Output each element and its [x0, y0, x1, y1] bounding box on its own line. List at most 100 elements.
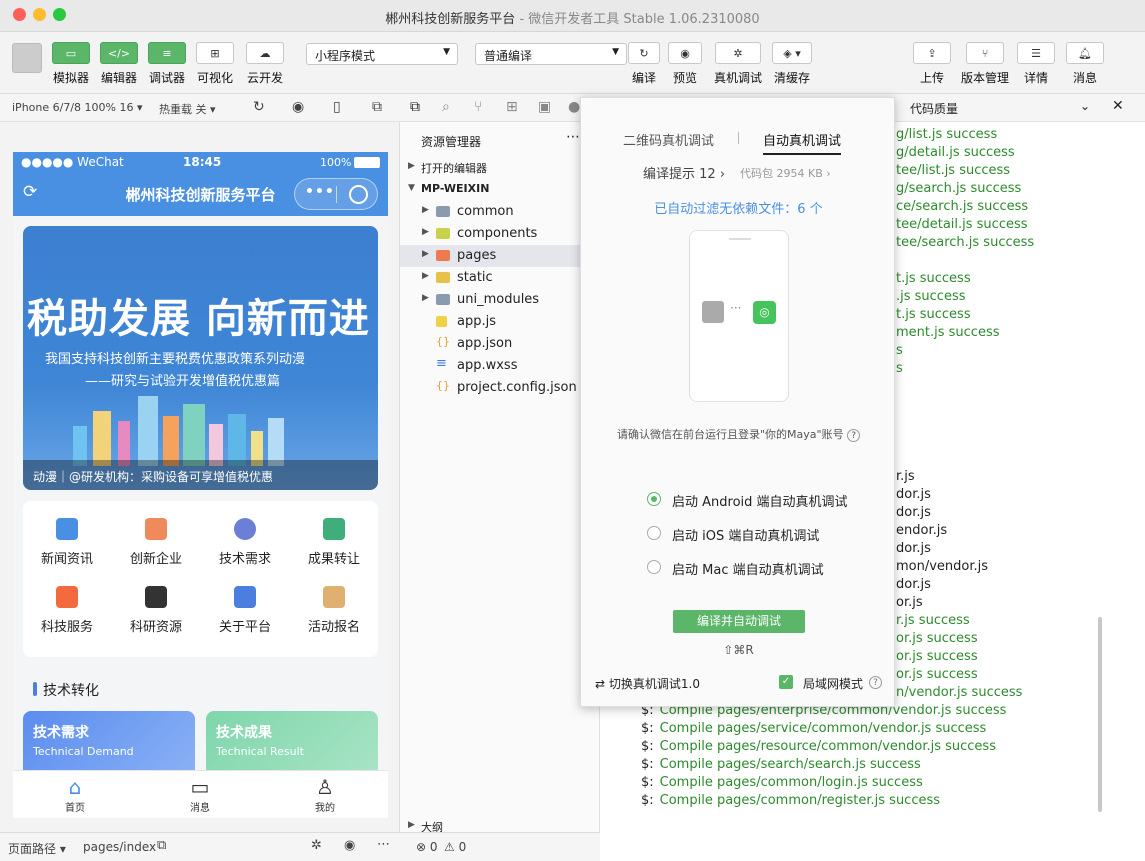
copy-icon[interactable]: ⧉	[157, 838, 166, 853]
eye-icon[interactable]: ◉	[344, 838, 355, 853]
help-icon[interactable]: ?	[847, 429, 861, 442]
tab-home[interactable]: ⌂ 首页	[35, 775, 115, 814]
console-scrollbar[interactable]	[1098, 617, 1102, 812]
grid-item-resource[interactable]: 科研资源	[112, 586, 200, 635]
grid-item-signup[interactable]: 活动报名	[290, 586, 378, 635]
compile-tip-link[interactable]: 编译提示 12 ›	[643, 163, 725, 182]
grid-item-news[interactable]: 新闻资讯	[23, 518, 111, 567]
cloud-icon: ☁	[246, 42, 284, 64]
more-icon[interactable]: ⋯	[566, 129, 580, 145]
tab-mine[interactable]: ♙ 我的	[285, 775, 365, 814]
tree-item-app-js[interactable]: app.js	[400, 311, 600, 333]
compile-and-debug-button[interactable]: 编译并自动调试	[673, 610, 805, 633]
device-icon[interactable]: ▯	[333, 99, 341, 115]
banner-caption: 动漫｜@研发机构：采购设备可享增值税优惠	[33, 470, 274, 484]
status-time: 18:45	[183, 155, 222, 169]
tree-item-pages[interactable]: ▶ pages	[400, 245, 600, 267]
folder-icon	[436, 228, 450, 239]
compile-button[interactable]: ↻ 编译	[628, 42, 660, 86]
option-ios-label[interactable]: 启动 iOS 端自动真机调试	[672, 525, 819, 544]
help-icon[interactable]: ?	[869, 676, 882, 689]
clear-cache-button[interactable]: ◈ ▾ 清缓存	[772, 42, 812, 86]
grid-item-demand[interactable]: 技术需求	[201, 518, 289, 567]
tree-item-uni-modules[interactable]: ▶ uni_modules	[400, 289, 600, 311]
eye-icon: ◉	[668, 42, 702, 64]
code-package-link[interactable]: 代码包 2954 KB ›	[740, 165, 831, 181]
tree-item-static[interactable]: ▶ static	[400, 267, 600, 289]
tree-item-project-config[interactable]: {} project.config.json	[400, 377, 600, 399]
capsule-menu[interactable]: •••	[294, 178, 378, 210]
hot-reload-toggle[interactable]: 热重载 关 ▾	[159, 101, 216, 117]
tree-item-app-wxss[interactable]: ≡ app.wxss	[400, 355, 600, 377]
radio-mac[interactable]	[647, 560, 661, 574]
upload-button[interactable]: ⇪ 上传	[913, 42, 951, 86]
errors-indicator[interactable]: ⊗ 0	[416, 840, 438, 854]
messages-button[interactable]: 🔔︎ 消息	[1066, 42, 1104, 86]
tab-messages[interactable]: ▭ 消息	[160, 775, 240, 814]
popout-icon[interactable]: ⧉	[372, 99, 382, 115]
debug-icon[interactable]: ●	[568, 99, 580, 115]
extensions-icon[interactable]: ⊞	[506, 99, 518, 115]
simulator-button[interactable]: ▭ 模拟器	[52, 42, 90, 86]
grid-item-about[interactable]: 关于平台	[201, 586, 289, 635]
device-select[interactable]: iPhone 6/7/8 100% 16 ▾	[12, 101, 143, 114]
console-line: s	[896, 361, 903, 376]
more-icon: ···	[730, 301, 742, 315]
preview-button[interactable]: ◉ 预览	[668, 42, 702, 86]
grid-item-transfer[interactable]: 成果转让	[290, 518, 378, 567]
files-icon[interactable]: ⧉	[410, 99, 420, 115]
carrier: ●●●●● WeChat	[21, 155, 124, 169]
phone-illustration: ··· ◎	[689, 230, 789, 402]
lan-mode-checkbox[interactable]: ✓	[779, 675, 793, 689]
console-line: r.js success	[896, 613, 970, 628]
more-icon[interactable]: •••	[305, 184, 335, 200]
tree-item-components[interactable]: ▶ components	[400, 223, 600, 245]
tree-item-app-json[interactable]: {} app.json	[400, 333, 600, 355]
rotate-icon[interactable]: ↻	[253, 99, 265, 115]
warnings-indicator[interactable]: ⚠ 0	[444, 840, 466, 854]
cloud-button[interactable]: ☁ 云开发	[246, 42, 284, 86]
remote-debug-button[interactable]: ✲ 真机调试	[714, 42, 762, 86]
stop-icon[interactable]: ◉	[292, 99, 304, 115]
simulator-header: iPhone 6/7/8 100% 16 ▾ 热重载 关 ▾ ↻ ◉ ▯ ⧉	[0, 94, 400, 122]
switch-debug-v1[interactable]: ⇄ 切换真机调试1.0	[595, 675, 700, 692]
visual-button[interactable]: ⊞ 可视化	[196, 42, 234, 86]
project-section[interactable]: ▼ MP-WEIXIN	[400, 179, 600, 201]
branch-icon[interactable]: ⑂	[474, 99, 482, 115]
tree-item-label: uni_modules	[457, 292, 540, 307]
chevron-down-icon[interactable]: ⌄	[1080, 99, 1090, 113]
activity-bar: ⧉ ⌕ ⑂ ⊞ ▣ ●	[400, 94, 600, 122]
banner-subtitle: 我国支持科技创新主要税费优惠政策系列动漫	[45, 352, 306, 367]
tree-item-common[interactable]: ▶ common	[400, 201, 600, 223]
grid-item-enterprise[interactable]: 创新企业	[112, 518, 200, 567]
bug-icon[interactable]: ✲	[311, 838, 322, 853]
chevron-right-icon: ▶	[422, 271, 429, 281]
console-line: ce/search.js success	[896, 199, 1029, 214]
radio-ios[interactable]	[647, 526, 661, 540]
banner[interactable]: 税助发展 向新而进 我国支持科技创新主要税费优惠政策系列动漫 ——研究与试验开发…	[23, 226, 378, 490]
tab-qr-debug[interactable]: 二维码真机调试	[623, 130, 714, 149]
option-android-label[interactable]: 启动 Android 端自动真机调试	[672, 491, 848, 510]
compile-select[interactable]: 普通编译 ▼	[475, 43, 627, 65]
mode-select[interactable]: 小程序模式 ▼	[306, 43, 458, 65]
search-icon[interactable]: ⌕	[442, 99, 450, 115]
grid-item-service[interactable]: 科技服务	[23, 586, 111, 635]
option-mac-label[interactable]: 启动 Mac 端自动真机调试	[672, 559, 824, 578]
enterprise-icon	[145, 518, 167, 540]
close-mini-icon[interactable]	[349, 185, 368, 204]
version-button[interactable]: ⑂ 版本管理	[961, 42, 1009, 86]
editor-button[interactable]: </> 编辑器	[100, 42, 138, 86]
page-path-select[interactable]: 页面路径 ▾	[8, 840, 66, 857]
more-icon[interactable]: ⋯	[377, 837, 390, 852]
tab-auto-debug[interactable]: 自动真机调试	[763, 130, 842, 155]
json-file-icon: {}	[436, 379, 450, 392]
avatar[interactable]	[12, 43, 42, 73]
debugger-button[interactable]: ≡ 调试器	[148, 42, 186, 86]
open-editors-section[interactable]: ▶ 打开的编辑器	[400, 157, 600, 179]
console-line: g/detail.js success	[896, 145, 1015, 160]
radio-android[interactable]	[647, 492, 661, 506]
details-button[interactable]: ☰ 详情	[1017, 42, 1055, 86]
tab-code-quality[interactable]: 代码质量	[910, 100, 958, 117]
window-icon[interactable]: ▣	[538, 99, 551, 115]
close-icon[interactable]: ✕	[1112, 98, 1124, 114]
